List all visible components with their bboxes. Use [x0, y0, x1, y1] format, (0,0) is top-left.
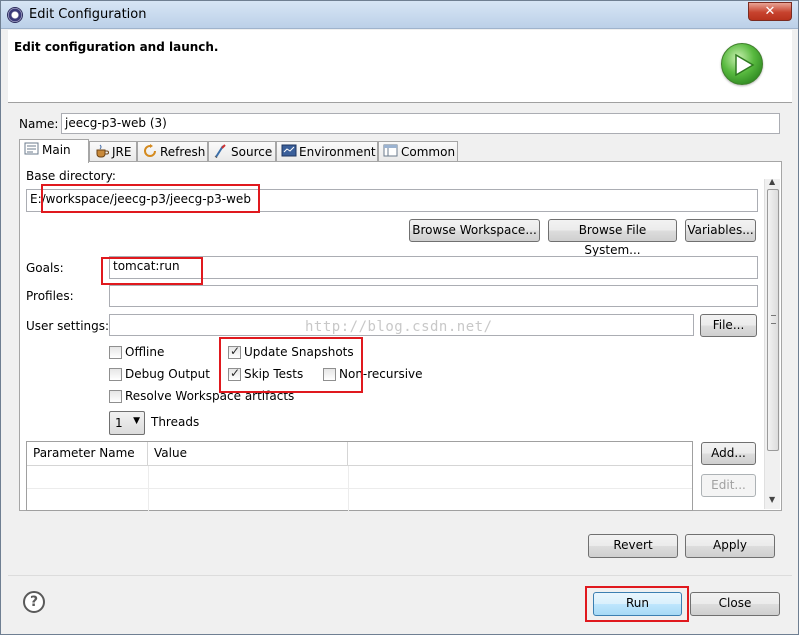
column-header-value[interactable]: Value [148, 442, 348, 466]
threads-label: Threads [151, 415, 200, 429]
revert-button[interactable]: Revert [588, 534, 678, 558]
base-directory-label: Base directory: [26, 169, 116, 183]
help-icon[interactable]: ? [23, 591, 45, 613]
resolve-workspace-checkbox[interactable] [109, 390, 122, 403]
goals-input[interactable]: tomcat:run [109, 256, 758, 279]
eclipse-icon [7, 7, 23, 23]
panel-scrollbar[interactable]: ▲ ▼ [764, 177, 780, 509]
table-column-divider [348, 466, 349, 512]
tab-source[interactable]: Source [208, 141, 276, 162]
tab-environment[interactable]: Environment [276, 141, 378, 162]
user-settings-label: User settings: [26, 319, 110, 333]
browse-file-system-button[interactable]: Browse File System... [548, 219, 677, 257]
header-title: Edit configuration and launch. [14, 40, 219, 54]
edit-configuration-dialog: Edit Configuration ✕ Edit configuration … [0, 0, 799, 635]
run-launch-icon [721, 43, 763, 85]
run-button[interactable]: Run [593, 592, 682, 616]
tab-environment-label: Environment [299, 145, 376, 159]
tab-jre-label: JRE [112, 145, 132, 159]
goals-label: Goals: [26, 261, 64, 275]
profiles-label: Profiles: [26, 289, 74, 303]
add-button[interactable]: Add... [701, 442, 756, 465]
environment-icon [281, 144, 297, 158]
tab-main[interactable]: Main [19, 139, 89, 163]
window-close-button[interactable]: ✕ [748, 2, 792, 21]
parameter-table[interactable]: Parameter Name Value [26, 441, 693, 512]
update-snapshots-checkbox[interactable] [228, 344, 241, 359]
browse-workspace-button[interactable]: Browse Workspace... [409, 219, 540, 242]
threads-value: 1 [115, 416, 123, 430]
apply-button[interactable]: Apply [685, 534, 775, 558]
jre-icon [94, 144, 110, 158]
source-icon [213, 144, 229, 159]
watermark: http://blog.csdn.net/ [305, 319, 493, 335]
title-bar: Edit Configuration ✕ [1, 1, 798, 29]
common-icon [383, 144, 399, 158]
offline-checkbox[interactable] [109, 346, 122, 359]
debug-output-label: Debug Output [125, 367, 210, 381]
chevron-down-icon: ▼ [133, 416, 140, 426]
resolve-workspace-label: Resolve Workspace artifacts [125, 389, 295, 403]
debug-output-checkbox[interactable] [109, 368, 122, 381]
edit-button[interactable]: Edit... [701, 474, 756, 497]
refresh-icon [142, 144, 158, 158]
tab-common[interactable]: Common [378, 141, 458, 162]
tab-refresh-label: Refresh [160, 145, 206, 159]
main-tab-icon [24, 142, 40, 156]
file-button[interactable]: File... [700, 314, 757, 337]
base-directory-input[interactable]: E:/workspace/jeecg-p3/jeecg-p3-web [26, 189, 758, 212]
column-header-empty [348, 442, 692, 466]
update-snapshots-label: Update Snapshots [244, 345, 354, 359]
close-button[interactable]: Close [690, 592, 780, 616]
scroll-up-icon[interactable]: ▲ [769, 177, 775, 186]
non-recursive-checkbox[interactable] [323, 368, 336, 381]
tab-refresh[interactable]: Refresh [137, 141, 208, 162]
variables-button[interactable]: Variables... [685, 219, 756, 242]
table-column-divider [148, 466, 149, 512]
footer-separator [8, 575, 792, 576]
scrollbar-thumb[interactable] [767, 189, 779, 451]
tab-source-label: Source [231, 145, 273, 159]
profiles-input[interactable] [109, 285, 758, 307]
scroll-down-icon[interactable]: ▼ [769, 495, 775, 504]
skip-tests-checkbox[interactable] [228, 366, 241, 381]
name-input[interactable]: jeecg-p3-web (3) [61, 113, 780, 134]
non-recursive-label: Non-recursive [339, 367, 423, 381]
offline-label: Offline [125, 345, 165, 359]
dialog-header: Edit configuration and launch. [8, 30, 792, 102]
tab-common-label: Common [401, 145, 456, 159]
name-label: Name: [19, 117, 59, 131]
threads-select[interactable]: 1 ▼ [109, 411, 145, 435]
window-title: Edit Configuration [29, 7, 147, 22]
table-row-divider [27, 488, 692, 489]
tab-jre[interactable]: JRE [89, 141, 137, 162]
tab-main-label: Main [42, 143, 71, 157]
skip-tests-label: Skip Tests [244, 367, 304, 381]
column-header-parameter-name[interactable]: Parameter Name [27, 442, 148, 466]
